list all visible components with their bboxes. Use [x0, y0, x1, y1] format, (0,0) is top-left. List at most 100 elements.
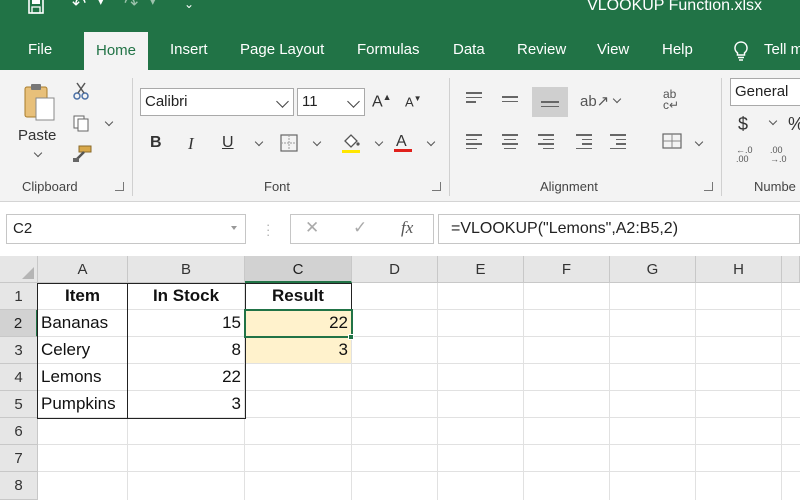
clipboard-group-label: Clipboard	[22, 179, 78, 194]
result-border-outline	[245, 283, 352, 310]
row-header-6[interactable]: 6	[0, 418, 38, 445]
tab-page-layout[interactable]: Page Layout	[240, 30, 324, 70]
row-header-7[interactable]: 7	[0, 445, 38, 472]
tab-review[interactable]: Review	[517, 30, 566, 70]
ribbon: Paste Clipboard Calibri 11 A▲ A▼ B I U A…	[0, 70, 800, 202]
fill-handle[interactable]	[348, 334, 354, 340]
tab-file[interactable]: File	[28, 30, 52, 70]
name-box-value: C2	[13, 220, 33, 237]
row-header-4[interactable]: 4	[0, 364, 38, 391]
tell-me-search[interactable]: Tell m	[764, 30, 800, 70]
cell-c3[interactable]: 3	[245, 337, 352, 364]
undo-dropdown-icon[interactable]: ▾	[98, 0, 104, 14]
copy-dropdown-icon[interactable]	[104, 117, 114, 127]
row-header-8[interactable]: 8	[0, 472, 38, 500]
align-left-icon[interactable]	[466, 134, 482, 152]
enter-icon[interactable]: ✓	[353, 218, 367, 238]
underline-dropdown-icon[interactable]	[254, 137, 264, 147]
cancel-icon[interactable]: ✕	[305, 218, 319, 238]
tab-data[interactable]: Data	[453, 30, 485, 70]
formula-input[interactable]: =VLOOKUP("Lemons",A2:B5,2)	[438, 214, 800, 244]
bold-button[interactable]: B	[150, 134, 162, 152]
orientation-dropdown-icon[interactable]	[612, 94, 622, 104]
font-color-icon[interactable]: A	[393, 131, 413, 158]
column-header-e[interactable]: E	[438, 256, 524, 283]
merge-center-icon[interactable]	[662, 132, 682, 155]
top-align-icon[interactable]	[466, 92, 482, 106]
insert-function-button[interactable]: fx	[401, 218, 413, 238]
number-format-select[interactable]: General	[730, 78, 800, 106]
align-right-icon[interactable]	[538, 134, 554, 152]
chevron-down-icon	[276, 95, 289, 108]
column-header-b[interactable]: B	[128, 256, 245, 283]
lightbulb-icon[interactable]	[732, 30, 750, 70]
fill-color-icon[interactable]	[341, 132, 361, 159]
decrease-indent-icon[interactable]	[576, 134, 592, 152]
tab-insert[interactable]: Insert	[170, 30, 208, 70]
formula-bar-grip-icon[interactable]: · · ·	[266, 218, 270, 241]
select-all-button[interactable]	[0, 256, 38, 283]
font-launcher-icon[interactable]	[432, 182, 441, 191]
column-header-partial[interactable]	[782, 256, 800, 283]
group-divider	[132, 78, 133, 196]
group-divider	[449, 78, 450, 196]
bottom-align-icon[interactable]	[532, 87, 568, 117]
chevron-down-icon	[231, 226, 237, 230]
decrease-font-size-icon[interactable]: A▼	[405, 94, 422, 109]
redo-dropdown-icon[interactable]: ▾	[150, 0, 156, 14]
font-name-select[interactable]: Calibri	[140, 88, 294, 116]
redo-icon[interactable]: ↷	[124, 0, 138, 16]
active-cell-selection[interactable]	[244, 309, 353, 338]
orientation-icon[interactable]: ab↗	[580, 92, 609, 110]
italic-button[interactable]: I	[188, 134, 194, 154]
font-name-value: Calibri	[145, 93, 188, 110]
column-header-f[interactable]: F	[524, 256, 610, 283]
tab-home[interactable]: Home	[84, 32, 149, 70]
currency-dropdown-icon[interactable]	[768, 116, 778, 126]
clipboard-launcher-icon[interactable]	[115, 182, 124, 191]
paste-button[interactable]: Paste	[18, 127, 56, 144]
increase-font-size-icon[interactable]: A▲	[372, 92, 392, 111]
format-painter-icon[interactable]	[72, 145, 92, 168]
cut-icon[interactable]	[72, 82, 90, 105]
underline-button[interactable]: U	[222, 134, 234, 152]
alignment-launcher-icon[interactable]	[704, 182, 713, 191]
tab-view[interactable]: View	[597, 30, 629, 70]
increase-decimal-icon[interactable]: ←.0.00	[736, 146, 753, 164]
paste-dropdown-icon[interactable]	[33, 148, 43, 158]
customize-quick-access-icon[interactable]: ⌄	[184, 0, 194, 16]
decrease-decimal-icon[interactable]: .00 →.0	[770, 146, 787, 164]
wrap-text-icon[interactable]: ab c↵	[663, 88, 679, 111]
column-header-h[interactable]: H	[696, 256, 782, 283]
undo-icon[interactable]: ↶	[72, 0, 86, 16]
save-icon[interactable]	[28, 0, 44, 18]
paste-icon[interactable]	[22, 82, 58, 127]
borders-dropdown-icon[interactable]	[312, 137, 322, 147]
column-header-d[interactable]: D	[352, 256, 438, 283]
table-border-outline	[37, 283, 246, 419]
tab-help[interactable]: Help	[662, 30, 693, 70]
currency-button[interactable]: $	[738, 114, 748, 135]
name-box[interactable]: C2	[6, 214, 246, 244]
column-header-a[interactable]: A	[38, 256, 128, 283]
tab-formulas[interactable]: Formulas	[357, 30, 420, 70]
fill-color-dropdown-icon[interactable]	[374, 137, 384, 147]
svg-text:A: A	[396, 133, 407, 150]
row-header-1[interactable]: 1	[0, 283, 38, 310]
percent-button[interactable]: %	[788, 114, 800, 135]
font-color-dropdown-icon[interactable]	[426, 137, 436, 147]
increase-indent-icon[interactable]	[610, 134, 626, 152]
middle-align-icon[interactable]	[502, 96, 518, 105]
column-header-g[interactable]: G	[610, 256, 696, 283]
font-size-select[interactable]: 11	[297, 88, 365, 116]
copy-icon[interactable]	[72, 114, 90, 137]
row-header-2[interactable]: 2	[0, 310, 38, 337]
formula-buttons: ✕ ✓ fx	[290, 214, 434, 244]
align-center-icon[interactable]	[502, 134, 518, 152]
borders-icon[interactable]	[280, 134, 298, 157]
row-header-3[interactable]: 3	[0, 337, 38, 364]
column-header-c[interactable]: C	[245, 256, 352, 283]
row-header-5[interactable]: 5	[0, 391, 38, 418]
window-title: VLOOKUP Function.xlsx	[587, 0, 762, 14]
merge-dropdown-icon[interactable]	[694, 137, 704, 147]
